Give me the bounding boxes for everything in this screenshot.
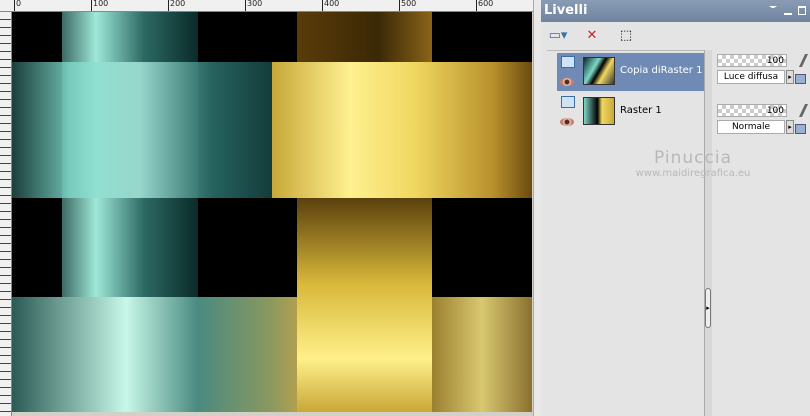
layers-panel: Livelli ▭▾ ✕ ⬚ Copia diRaster 1 Raster 1… bbox=[541, 0, 810, 416]
layer-type-icon bbox=[561, 56, 575, 68]
brush-icon[interactable] bbox=[791, 54, 809, 67]
panel-title-bar: Livelli bbox=[541, 0, 810, 22]
edit-selection-icon[interactable]: ⬚ bbox=[615, 26, 637, 46]
ruler-tick: 400 bbox=[322, 0, 339, 11]
blend-dropdown-arrow[interactable]: ▸ bbox=[786, 120, 794, 134]
brush-icon[interactable] bbox=[791, 104, 809, 117]
ruler-tick: 200 bbox=[168, 0, 185, 11]
layer-row-copia-diraster-1[interactable]: Copia diRaster 1 bbox=[557, 53, 704, 91]
lock-icon[interactable] bbox=[795, 74, 806, 84]
layers-divider[interactable]: ▸ bbox=[704, 50, 712, 416]
layers-list: Copia diRaster 1 Raster 1 bbox=[547, 50, 704, 416]
minimize-icon[interactable] bbox=[784, 6, 792, 15]
layer-type-icon bbox=[561, 96, 575, 108]
delete-layer-icon[interactable]: ✕ bbox=[581, 26, 603, 46]
watermark: Pinuccia www.maidiregrafica.eu bbox=[613, 148, 773, 179]
image-canvas[interactable] bbox=[12, 12, 532, 412]
gold-top bbox=[297, 12, 432, 62]
blend-mode-select[interactable]: Normale bbox=[717, 120, 785, 134]
vertical-ruler bbox=[0, 12, 12, 416]
teal-bottom-band bbox=[12, 297, 297, 412]
watermark-url: www.maidiregrafica.eu bbox=[635, 168, 751, 179]
horizontal-ruler: 0 100 200 300 400 500 600 bbox=[0, 0, 540, 12]
layer-row-raster-1[interactable]: Raster 1 bbox=[557, 93, 704, 131]
gold-bottom-right bbox=[432, 297, 532, 412]
collapse-handle[interactable]: ▸ bbox=[705, 288, 711, 328]
ruler-tick: 100 bbox=[91, 0, 108, 11]
watermark-name: Pinuccia bbox=[654, 148, 732, 168]
ruler-tick: 500 bbox=[399, 0, 416, 11]
blend-mode-select[interactable]: Luce diffusa bbox=[717, 70, 785, 84]
visibility-eye-icon[interactable] bbox=[560, 118, 574, 126]
ruler-tick: 300 bbox=[245, 0, 262, 11]
lock-icon[interactable] bbox=[795, 124, 806, 134]
layer-thumbnail bbox=[583, 97, 615, 125]
ruler-tick: 600 bbox=[476, 0, 493, 11]
layer-props-raster: 100 Normale ▸ bbox=[715, 102, 809, 144]
restore-icon[interactable] bbox=[798, 6, 806, 15]
blend-dropdown-arrow[interactable]: ▸ bbox=[786, 70, 794, 84]
layer-thumbnail bbox=[583, 57, 615, 85]
gold-vertical-band bbox=[297, 198, 432, 412]
layer-name: Raster 1 bbox=[620, 105, 662, 116]
pin-icon[interactable] bbox=[769, 6, 777, 15]
layer-name: Copia diRaster 1 bbox=[620, 65, 703, 76]
layer-props-copia: 100 Luce diffusa ▸ bbox=[715, 52, 809, 94]
opacity-slider[interactable]: 100 bbox=[717, 104, 787, 117]
new-layer-icon[interactable]: ▭▾ bbox=[547, 26, 569, 46]
opacity-slider[interactable]: 100 bbox=[717, 54, 787, 67]
layers-toolbar: ▭▾ ✕ ⬚ bbox=[541, 22, 810, 50]
ruler-tick: 0 bbox=[14, 0, 21, 11]
gold-horizontal-band bbox=[272, 62, 532, 198]
panel-title: Livelli bbox=[544, 3, 588, 18]
panel-splitter[interactable] bbox=[533, 0, 541, 416]
layer-properties: 100 Luce diffusa ▸ 100 Normale ▸ bbox=[715, 52, 809, 152]
visibility-eye-icon[interactable] bbox=[560, 78, 574, 86]
teal-horizontal-band bbox=[12, 62, 297, 198]
